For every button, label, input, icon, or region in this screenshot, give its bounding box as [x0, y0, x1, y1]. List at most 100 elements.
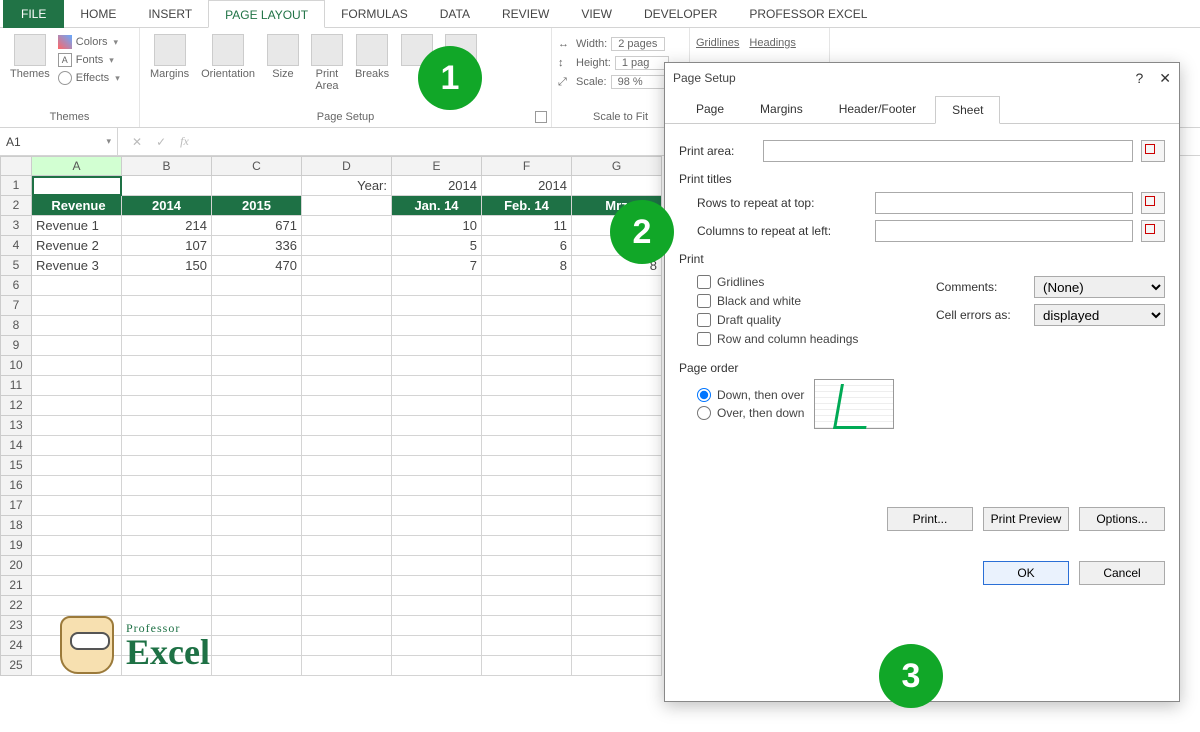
row-header-22[interactable]: 22 [0, 596, 32, 616]
breaks-button[interactable]: Breaks [351, 32, 393, 82]
tab-page-layout[interactable]: PAGE LAYOUT [208, 0, 325, 28]
cell-A2[interactable]: Revenue [32, 196, 122, 216]
row-header-4[interactable]: 4 [0, 236, 32, 256]
cols-repeat-input[interactable] [875, 220, 1133, 242]
select-all-corner[interactable] [0, 156, 32, 176]
cell-C3[interactable]: 671 [212, 216, 302, 236]
cell-C5[interactable]: 470 [212, 256, 302, 276]
col-header-G[interactable]: G [572, 156, 662, 176]
rows-repeat-picker[interactable] [1141, 192, 1165, 214]
cell-F4[interactable]: 6 [482, 236, 572, 256]
row-header-24[interactable]: 24 [0, 636, 32, 656]
row-header-25[interactable]: 25 [0, 656, 32, 676]
cell-D3[interactable] [302, 216, 392, 236]
cell-E1[interactable]: 2014 [392, 176, 482, 196]
row-header-10[interactable]: 10 [0, 356, 32, 376]
tab-insert[interactable]: INSERT [132, 0, 208, 28]
print-button[interactable]: Print... [887, 507, 973, 531]
effects-button[interactable]: Effects▾ [58, 70, 120, 86]
tab-view[interactable]: VIEW [565, 0, 628, 28]
row-header-8[interactable]: 8 [0, 316, 32, 336]
cell-E2[interactable]: Jan. 14 [392, 196, 482, 216]
cell-F1[interactable]: 2014 [482, 176, 572, 196]
cell-F5[interactable]: 8 [482, 256, 572, 276]
dialog-tab-header-footer[interactable]: Header/Footer [822, 95, 933, 123]
col-header-D[interactable]: D [302, 156, 392, 176]
row-header-21[interactable]: 21 [0, 576, 32, 596]
size-button[interactable]: Size [263, 32, 303, 82]
cell-E3[interactable]: 10 [392, 216, 482, 236]
row-header-17[interactable]: 17 [0, 496, 32, 516]
cell-F3[interactable]: 11 [482, 216, 572, 236]
cell-E4[interactable]: 5 [392, 236, 482, 256]
row-header-23[interactable]: 23 [0, 616, 32, 636]
cell-B1[interactable] [122, 176, 212, 196]
cell-A1[interactable] [32, 176, 122, 196]
row-header-2[interactable]: 2 [0, 196, 32, 216]
comments-select[interactable]: (None) [1034, 276, 1165, 298]
cell-D2[interactable] [302, 196, 392, 216]
cell-E5[interactable]: 7 [392, 256, 482, 276]
dialog-tab-margins[interactable]: Margins [743, 95, 820, 123]
print-area-picker[interactable] [1141, 140, 1165, 162]
cell-A3[interactable]: Revenue 1 [32, 216, 122, 236]
cell-A4[interactable]: Revenue 2 [32, 236, 122, 256]
row-header-1[interactable]: 1 [0, 176, 32, 196]
col-header-B[interactable]: B [122, 156, 212, 176]
cell-D4[interactable] [302, 236, 392, 256]
cell-D5[interactable] [302, 256, 392, 276]
tab-formulas[interactable]: FORMULAS [325, 0, 424, 28]
black-white-checkbox[interactable]: Black and white [697, 294, 926, 308]
print-preview-button[interactable]: Print Preview [983, 507, 1069, 531]
cell-B4[interactable]: 107 [122, 236, 212, 256]
cell-A5[interactable]: Revenue 3 [32, 256, 122, 276]
enter-formula-icon[interactable]: ✓ [156, 135, 166, 149]
cell-G1[interactable] [572, 176, 662, 196]
themes-button[interactable]: Themes [6, 32, 54, 82]
cell-F2[interactable]: Feb. 14 [482, 196, 572, 216]
col-header-C[interactable]: C [212, 156, 302, 176]
row-header-5[interactable]: 5 [0, 256, 32, 276]
tab-home[interactable]: HOME [64, 0, 132, 28]
row-header-16[interactable]: 16 [0, 476, 32, 496]
dialog-tab-sheet[interactable]: Sheet [935, 96, 1000, 124]
print-area-input[interactable] [763, 140, 1133, 162]
row-header-7[interactable]: 7 [0, 296, 32, 316]
cell-errors-select[interactable]: displayed [1034, 304, 1165, 326]
cell-B2[interactable]: 2014 [122, 196, 212, 216]
row-header-12[interactable]: 12 [0, 396, 32, 416]
width-field[interactable]: ↔Width:2 pages [558, 36, 683, 52]
row-header-9[interactable]: 9 [0, 336, 32, 356]
options-button[interactable]: Options... [1079, 507, 1165, 531]
orientation-button[interactable]: Orientation [197, 32, 259, 82]
row-header-20[interactable]: 20 [0, 556, 32, 576]
tab-data[interactable]: DATA [424, 0, 486, 28]
cancel-button[interactable]: Cancel [1079, 561, 1165, 585]
tab-file[interactable]: FILE [3, 0, 64, 28]
gridlines-checkbox[interactable]: Gridlines [697, 275, 926, 289]
down-then-over-radio[interactable]: Down, then over [697, 388, 804, 402]
row-header-6[interactable]: 6 [0, 276, 32, 296]
fonts-button[interactable]: AFonts▾ [58, 52, 120, 68]
cell-C1[interactable] [212, 176, 302, 196]
row-header-19[interactable]: 19 [0, 536, 32, 556]
tab-professor-excel[interactable]: PROFESSOR EXCEL [733, 0, 883, 28]
dialog-tab-page[interactable]: Page [679, 95, 741, 123]
name-box[interactable]: A1▾ [0, 128, 118, 155]
help-icon[interactable]: ? [1135, 70, 1143, 87]
cell-C4[interactable]: 336 [212, 236, 302, 256]
row-header-14[interactable]: 14 [0, 436, 32, 456]
ok-button[interactable]: OK [983, 561, 1069, 585]
cell-D1[interactable]: Year: [302, 176, 392, 196]
tab-review[interactable]: REVIEW [486, 0, 565, 28]
cols-repeat-picker[interactable] [1141, 220, 1165, 242]
draft-quality-checkbox[interactable]: Draft quality [697, 313, 926, 327]
row-col-headings-checkbox[interactable]: Row and column headings [697, 332, 926, 346]
print-area-button[interactable]: Print Area [307, 32, 347, 94]
fx-icon[interactable]: fx [180, 134, 189, 149]
cancel-formula-icon[interactable]: ✕ [132, 135, 142, 149]
close-icon[interactable]: ✕ [1159, 70, 1171, 87]
row-header-11[interactable]: 11 [0, 376, 32, 396]
row-header-18[interactable]: 18 [0, 516, 32, 536]
col-header-E[interactable]: E [392, 156, 482, 176]
